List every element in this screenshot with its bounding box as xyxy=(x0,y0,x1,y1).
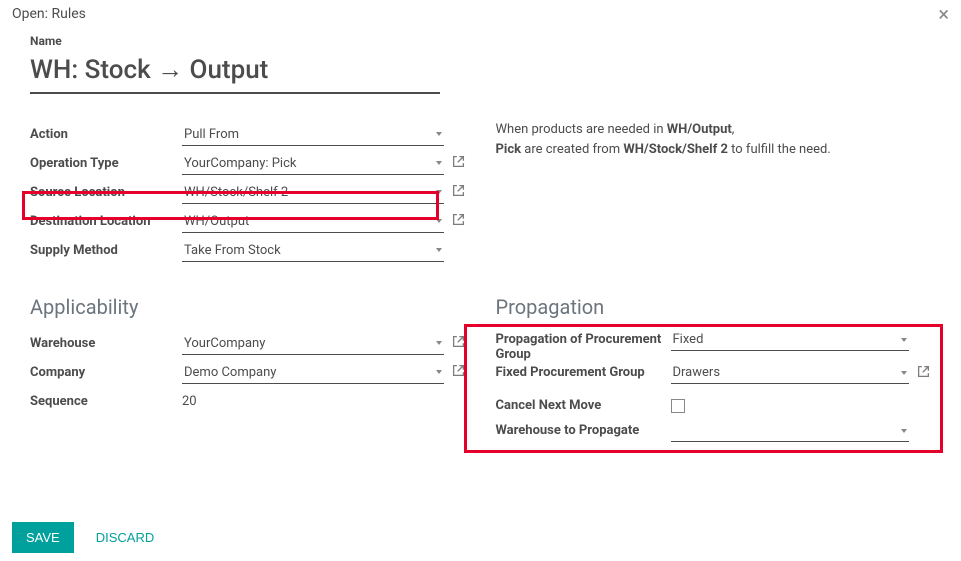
discard-button[interactable]: Discard xyxy=(86,522,165,553)
modal-title: Open: Rules xyxy=(12,6,86,22)
action-value: Pull From xyxy=(184,127,239,142)
fixed-procurement-group-select[interactable]: Drawers xyxy=(671,362,910,384)
operation-type-select[interactable]: YourCompany: Pick xyxy=(182,153,444,175)
name-input[interactable] xyxy=(30,50,440,94)
warehouse-value: YourCompany xyxy=(184,336,265,351)
chevron-down-icon xyxy=(436,161,442,165)
action-label: Action xyxy=(30,127,182,142)
modal-header: Open: Rules × xyxy=(0,0,961,28)
warehouse-propagate-label: Warehouse to Propagate xyxy=(496,420,671,438)
cancel-next-move-label: Cancel Next Move xyxy=(496,398,671,413)
dialog-footer: Save Discard xyxy=(12,522,164,553)
name-label: Name xyxy=(30,34,931,48)
chevron-down-icon xyxy=(436,219,442,223)
fixed-procurement-group-label: Fixed Procurement Group xyxy=(496,362,671,380)
chevron-down-icon xyxy=(901,429,907,433)
company-value: Demo Company xyxy=(184,365,276,380)
source-location-select[interactable]: WH/Stock/Shelf 2 xyxy=(182,182,444,204)
chevron-down-icon xyxy=(436,132,442,136)
rule-description: When products are needed in WH/Output, P… xyxy=(496,120,932,159)
external-link-icon[interactable] xyxy=(452,213,466,230)
left-column: Action Pull From Operation Type YourComp… xyxy=(30,120,466,265)
external-link-icon[interactable] xyxy=(452,364,466,381)
applicability-section: Applicability Warehouse YourCompany Comp… xyxy=(30,295,466,449)
propagation-group-select[interactable]: Fixed xyxy=(671,329,910,351)
warehouse-propagate-select[interactable] xyxy=(671,420,910,442)
propagation-group-label: Propagation of Procurement Group xyxy=(496,329,671,362)
company-select[interactable]: Demo Company xyxy=(182,362,444,384)
save-button[interactable]: Save xyxy=(12,522,74,553)
propagation-section: Propagation Propagation of Procurement G… xyxy=(496,295,932,449)
applicability-title: Applicability xyxy=(30,295,466,319)
destination-location-value: WH/Output xyxy=(184,214,249,229)
sequence-label: Sequence xyxy=(30,394,182,409)
warehouse-label: Warehouse xyxy=(30,336,182,351)
source-location-label: Source Location xyxy=(30,185,182,200)
external-link-icon[interactable] xyxy=(452,184,466,201)
chevron-down-icon xyxy=(901,371,907,375)
source-location-value: WH/Stock/Shelf 2 xyxy=(184,185,288,200)
fixed-procurement-group-value: Drawers xyxy=(673,365,721,380)
chevron-down-icon xyxy=(436,248,442,252)
supply-method-value: Take From Stock xyxy=(184,243,281,258)
company-label: Company xyxy=(30,365,182,380)
sequence-value[interactable]: 20 xyxy=(182,391,197,412)
close-icon[interactable]: × xyxy=(938,4,949,24)
propagation-group-value: Fixed xyxy=(673,332,704,347)
destination-location-select[interactable]: WH/Output xyxy=(182,211,444,233)
warehouse-select[interactable]: YourCompany xyxy=(182,333,444,355)
destination-location-label: Destination Location xyxy=(30,214,182,229)
chevron-down-icon xyxy=(901,338,907,342)
supply-method-select[interactable]: Take From Stock xyxy=(182,240,444,262)
propagation-title: Propagation xyxy=(496,295,932,319)
external-link-icon[interactable] xyxy=(452,335,466,352)
cancel-next-move-checkbox[interactable] xyxy=(671,399,685,413)
chevron-down-icon xyxy=(436,370,442,374)
action-select[interactable]: Pull From xyxy=(182,124,444,146)
chevron-down-icon xyxy=(436,341,442,345)
supply-method-label: Supply Method xyxy=(30,243,182,258)
right-column-desc: When products are needed in WH/Output, P… xyxy=(496,120,932,265)
name-block: Name xyxy=(30,34,931,94)
operation-type-value: YourCompany: Pick xyxy=(184,156,297,171)
external-link-icon[interactable] xyxy=(452,155,466,172)
external-link-icon[interactable] xyxy=(917,365,931,382)
operation-type-label: Operation Type xyxy=(30,156,182,171)
chevron-down-icon xyxy=(436,190,442,194)
